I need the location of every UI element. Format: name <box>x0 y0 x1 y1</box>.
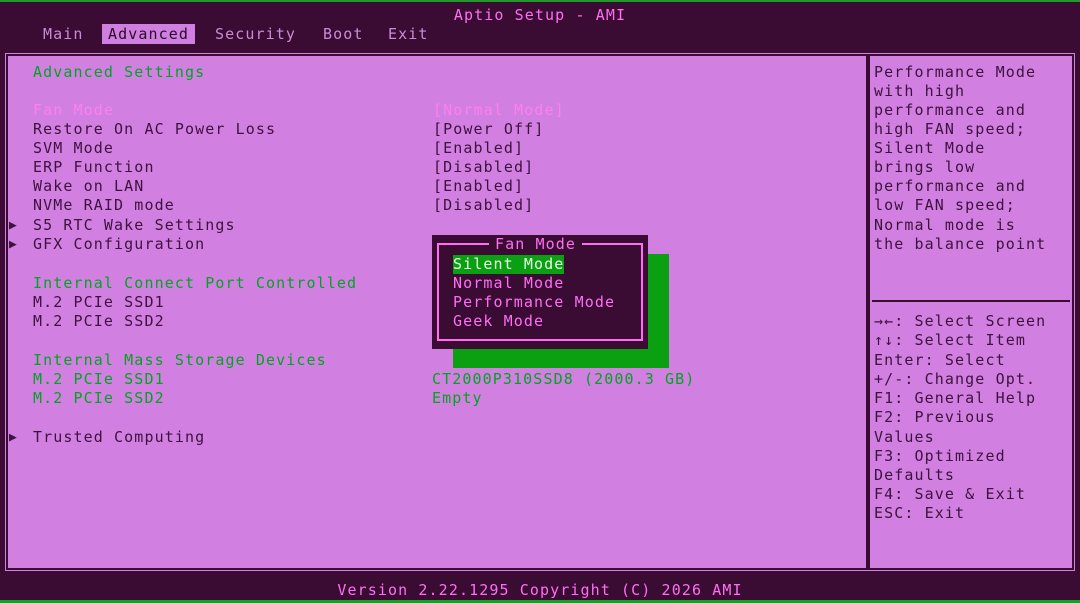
setting-fan-mode-value[interactable]: [Normal Mode] <box>433 101 565 120</box>
triangle-right-icon: ▶ <box>9 218 18 233</box>
setting-nvme-raid-value[interactable]: [Disabled] <box>433 196 534 215</box>
key-hint: Defaults <box>874 466 956 484</box>
help-line: Normal mode is <box>874 216 1016 234</box>
app-title: Aptio Setup - AMI <box>453 6 627 24</box>
help-line: performance and <box>874 101 1026 119</box>
key-hint: +/-: Change Opt. <box>874 370 1037 388</box>
setting-nvme-raid-label[interactable]: NVMe RAID mode <box>33 196 175 215</box>
key-hint: F4: Save & Exit <box>874 485 1026 503</box>
tab-exit[interactable]: Exit <box>382 24 435 44</box>
popup-option-normal[interactable]: Normal Mode <box>453 274 564 293</box>
help-line: with high <box>874 82 966 100</box>
popup-option-silent[interactable]: Silent Mode <box>453 255 565 275</box>
key-hint: →←: Select Screen <box>874 312 1047 330</box>
submenu-gfx[interactable]: GFX Configuration <box>33 235 205 254</box>
triangle-right-icon: ▶ <box>9 430 18 445</box>
setting-erp-label[interactable]: ERP Function <box>33 158 155 177</box>
mass-storage-value: CT2000P310SSD8 (2000.3 GB) <box>432 370 696 388</box>
setting-erp-value[interactable]: [Disabled] <box>433 158 534 177</box>
popup-title: Fan Mode <box>489 235 583 255</box>
triangle-right-icon: ▶ <box>9 237 18 252</box>
key-hint: F2: Previous <box>874 408 996 426</box>
key-hint: Values <box>874 428 935 446</box>
internal-connect-title: Internal Connect Port Controlled <box>33 274 358 292</box>
top-bar: Aptio Setup - AMI Main Advanced Security… <box>0 0 1080 44</box>
setting-wol-label[interactable]: Wake on LAN <box>33 177 144 196</box>
internal-connect-item: M.2 PCIe SSD2 <box>33 312 165 330</box>
tab-boot[interactable]: Boot <box>317 24 370 44</box>
setting-svm-label[interactable]: SVM Mode <box>33 139 114 158</box>
help-divider <box>872 300 1070 302</box>
key-hint: F3: Optimized <box>874 447 1006 465</box>
key-hint: Enter: Select <box>874 351 1006 369</box>
internal-connect-item: M.2 PCIe SSD1 <box>33 293 165 311</box>
key-hint: ↑↓: Select Item <box>874 331 1026 349</box>
help-line: the balance point <box>874 235 1047 253</box>
mass-storage-title: Internal Mass Storage Devices <box>33 351 327 369</box>
help-line: Performance Mode <box>874 63 1037 81</box>
popup-option-geek[interactable]: Geek Mode <box>453 312 544 331</box>
popup-option-performance[interactable]: Performance Mode <box>453 293 615 312</box>
setting-wol-value[interactable]: [Enabled] <box>433 177 524 196</box>
help-line: performance and <box>874 177 1026 195</box>
help-line: brings low <box>874 158 976 176</box>
setting-restore-ac-label[interactable]: Restore On AC Power Loss <box>33 120 276 139</box>
submenu-trusted-computing[interactable]: Trusted Computing <box>33 428 205 447</box>
key-hint: F1: General Help <box>874 389 1037 407</box>
setting-restore-ac-value[interactable]: [Power Off] <box>433 120 544 139</box>
tab-advanced[interactable]: Advanced <box>102 24 196 44</box>
help-line: low FAN speed; <box>874 196 1016 214</box>
mass-storage-value: Empty <box>432 389 483 407</box>
version-text: Version 2.22.1295 Copyright (C) 2026 AMI <box>337 581 743 599</box>
mass-storage-label: M.2 PCIe SSD1 <box>33 370 165 388</box>
footer-bar: Version 2.22.1295 Copyright (C) 2026 AMI <box>0 578 1080 603</box>
tab-main[interactable]: Main <box>37 24 90 44</box>
submenu-s5-rtc[interactable]: S5 RTC Wake Settings <box>33 216 236 235</box>
section-title: Advanced Settings <box>33 63 206 81</box>
mass-storage-label: M.2 PCIe SSD2 <box>33 389 165 407</box>
key-hint: ESC: Exit <box>874 504 966 522</box>
setting-fan-mode-label[interactable]: Fan Mode <box>33 101 114 120</box>
tab-security[interactable]: Security <box>209 24 302 44</box>
help-line: high FAN speed; <box>874 120 1026 138</box>
setting-svm-value[interactable]: [Enabled] <box>433 139 524 158</box>
help-line: Silent Mode <box>874 139 986 157</box>
